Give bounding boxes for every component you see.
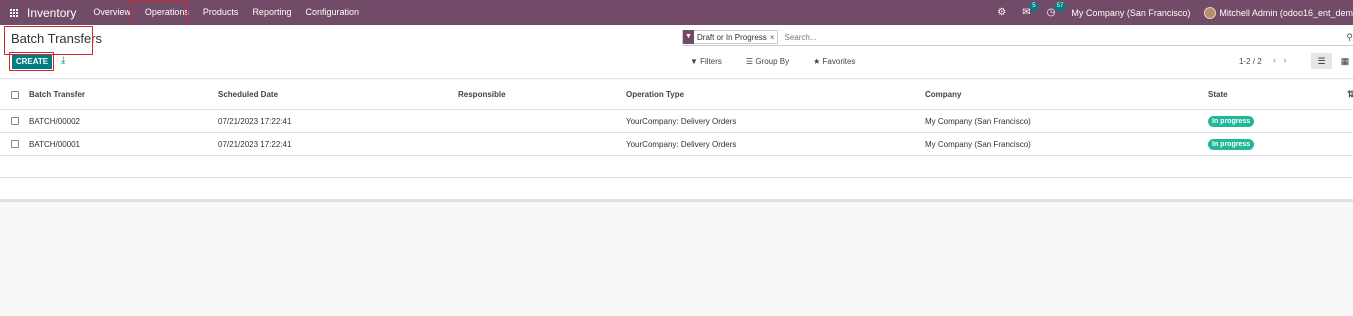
menu-item-reporting[interactable]: Reporting — [245, 0, 298, 25]
cell-batch-transfer: BATCH/00002 — [29, 116, 80, 126]
row-select-cell — [11, 110, 19, 132]
search-icon[interactable]: ⚲ — [1346, 32, 1353, 43]
empty-table-row — [0, 156, 1353, 178]
operations-highlight-box — [130, 0, 188, 28]
cell-operation-type: YourCompany: Delivery Orders — [626, 116, 737, 126]
group-by-label: Group By — [755, 57, 790, 66]
cell-scheduled-date: 07/21/2023 17:22:41 — [218, 139, 292, 149]
optional-columns-icon[interactable]: ⇅ — [1347, 80, 1353, 109]
company-switcher[interactable]: My Company (San Francisco) — [1071, 8, 1190, 18]
user-menu[interactable]: Mitchell Admin (odoo16_ent_dem — [1219, 8, 1353, 18]
filters-button[interactable]: ▼ Filters — [690, 57, 734, 66]
bug-icon[interactable]: ⚙ — [997, 7, 1006, 18]
control-panel: Batch Transfers CREATE ⤓ ▼ Draft or In P… — [0, 25, 1353, 79]
apps-menu-icon[interactable] — [10, 8, 20, 18]
row-select-cell — [11, 133, 19, 155]
select-all-checkbox[interactable] — [11, 90, 19, 99]
cell-scheduled-date: 07/21/2023 17:22:41 — [218, 116, 292, 126]
title-highlight-box — [4, 26, 93, 55]
user-avatar[interactable] — [1204, 6, 1217, 19]
filters-label: Filters — [700, 57, 722, 66]
row-checkbox[interactable] — [11, 117, 19, 125]
cell-company: My Company (San Francisco) — [925, 139, 1031, 149]
row-checkbox[interactable] — [11, 140, 19, 148]
table-row[interactable]: BATCH/00002 07/21/2023 17:22:41 YourComp… — [0, 110, 1353, 133]
list-view-icon[interactable]: ☰ — [1311, 53, 1332, 69]
column-header-responsible[interactable]: Responsible — [458, 80, 506, 109]
table-bottom-border — [0, 200, 1353, 202]
cell-company: My Company (San Francisco) — [925, 116, 1031, 126]
navbar-systray: ⚙ ✉ 5 ◷ 57 My Company (San Francisco) Mitc… — [997, 0, 1353, 25]
status-badge: In progress — [1208, 138, 1255, 150]
search-options: ▼ Filters ☰ Group By ★ Favorites — [690, 57, 879, 66]
favorites-button[interactable]: ★ Favorites — [813, 57, 867, 66]
cell-batch-transfer: BATCH/00001 — [29, 139, 80, 149]
filter-facet-icon: ▼ — [683, 30, 694, 44]
column-header-operation-type[interactable]: Operation Type — [626, 80, 684, 109]
kanban-view-icon[interactable]: ▦ — [1338, 53, 1352, 69]
column-header-company[interactable]: Company — [925, 80, 961, 109]
table-row[interactable]: BATCH/00001 07/21/2023 17:22:41 YourComp… — [0, 133, 1353, 156]
cell-operation-type: YourCompany: Delivery Orders — [626, 139, 737, 149]
cell-state: In progress — [1208, 110, 1255, 132]
empty-table-row — [0, 178, 1353, 200]
download-icon[interactable]: ⤓ — [61, 55, 71, 66]
create-highlight-box — [9, 52, 54, 71]
activities-count-badge: 57 — [1054, 2, 1066, 11]
search-bar: ▼ Draft or In Progress × ⚲ — [682, 29, 1353, 46]
top-navbar: Inventory Overview Operations Products R… — [0, 0, 1353, 25]
search-facet-label: Draft or In Progress — [697, 32, 767, 42]
table-header-row: Batch Transfer Scheduled Date Responsibl… — [0, 80, 1353, 110]
group-by-button[interactable]: ☰ Group By — [746, 57, 801, 66]
status-badge: In progress — [1208, 115, 1255, 127]
messages-count-badge: 5 — [1030, 2, 1038, 11]
app-brand[interactable]: Inventory — [27, 6, 76, 20]
pager-previous-icon[interactable]: ‹ — [1273, 55, 1276, 65]
pager-nav: ‹ › — [1273, 55, 1287, 65]
column-header-state[interactable]: State — [1208, 80, 1228, 109]
messages-icon[interactable]: ✉ 5 — [1022, 2, 1038, 18]
pager-next-icon[interactable]: › — [1284, 55, 1287, 65]
menu-item-configuration[interactable]: Configuration — [298, 0, 366, 25]
select-all-cell — [11, 80, 19, 109]
batch-transfers-table: Batch Transfer Scheduled Date Responsibl… — [0, 80, 1353, 200]
pager-value[interactable]: 1-2 / 2 — [1239, 57, 1262, 66]
cell-state: In progress — [1208, 133, 1255, 155]
column-header-batch-transfer[interactable]: Batch Transfer — [29, 80, 85, 109]
menu-item-products[interactable]: Products — [196, 0, 246, 25]
search-facet: ▼ Draft or In Progress × — [682, 30, 779, 44]
activities-icon[interactable]: ◷ 57 — [1047, 2, 1066, 18]
remove-facet-icon[interactable]: × — [770, 33, 778, 42]
column-header-scheduled-date[interactable]: Scheduled Date — [218, 80, 278, 109]
favorites-label: Favorites — [822, 57, 856, 66]
search-input[interactable] — [784, 32, 985, 42]
